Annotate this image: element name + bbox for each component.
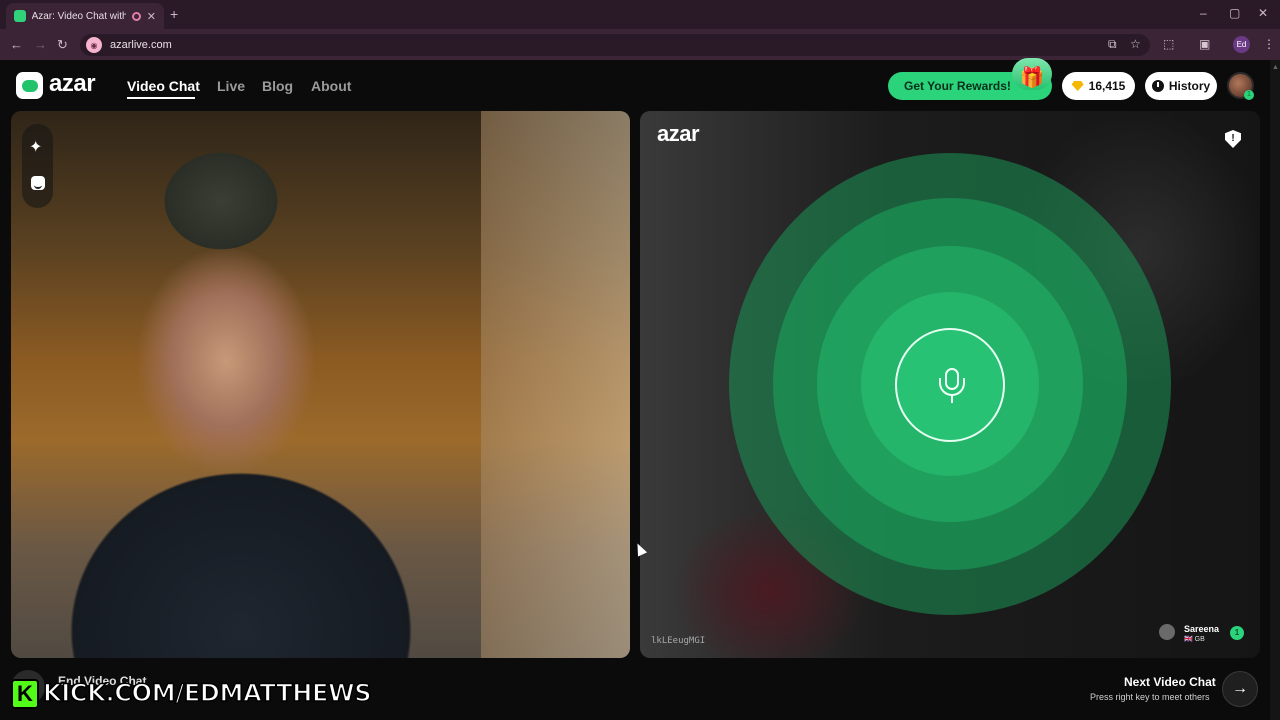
history-label: History [1168, 79, 1211, 93]
peer-azar-watermark: azar [657, 121, 700, 146]
browser-toolbar: ← → ↻ ◉ azarlive.com ⧉ ☆ ⬚ ▣ Ed ⋮ [0, 29, 1280, 60]
address-bar[interactable]: ◉ azarlive.com [80, 34, 1150, 56]
new-tab-button[interactable]: + [170, 6, 178, 22]
gem-count: 16,415 [1088, 79, 1126, 93]
active-nav-underline [127, 97, 195, 99]
sparkle-effects-icon[interactable]: ✦ [29, 137, 42, 157]
extensions-icon[interactable]: ⬚ [1163, 37, 1174, 51]
azar-app: azar Video Chat Live Blog About Get Your… [0, 58, 1280, 720]
bookmark-star-icon[interactable]: ☆ [1130, 37, 1141, 51]
microphone-icon [895, 328, 1005, 442]
azar-logo-icon[interactable] [16, 72, 43, 99]
browser-tab[interactable]: Azar: Video Chat with New ✕ [6, 3, 164, 29]
gem-balance-button[interactable]: 16,415 [1062, 72, 1135, 100]
peer-level-badge: 1 [1230, 626, 1244, 640]
peer-name: Sareena [1184, 624, 1220, 634]
install-app-icon[interactable]: ⧉ [1108, 37, 1117, 52]
session-code: lkLEeugMGI [651, 636, 706, 646]
side-panel-icon[interactable]: ▣ [1199, 37, 1210, 51]
peer-avatar [1159, 624, 1175, 640]
history-button[interactable]: History [1145, 72, 1217, 100]
page-scrollbar[interactable] [1270, 60, 1280, 720]
site-info-icon[interactable]: ◉ [86, 37, 102, 53]
next-video-chat-button[interactable]: → [1222, 671, 1258, 707]
tab-title: Azar: Video Chat with New [31, 10, 126, 22]
peer-country: 🇬🇧 GB [1184, 636, 1205, 643]
nav-video-chat[interactable]: Video Chat [127, 78, 200, 94]
browser-profile-icon[interactable]: Ed [1233, 36, 1250, 53]
next-video-chat-label[interactable]: Next Video Chat [1124, 675, 1216, 689]
next-video-chat-hint: Press right key to meet others [1090, 692, 1210, 702]
nav-about[interactable]: About [311, 78, 351, 94]
kick-logo-icon: K [11, 679, 39, 709]
nav-blog[interactable]: Blog [262, 78, 293, 94]
gem-icon [1071, 81, 1084, 91]
face-filter-icon[interactable] [31, 176, 45, 190]
reload-icon[interactable]: ↻ [57, 37, 68, 53]
forward-icon[interactable]: → [34, 37, 47, 52]
restore-icon[interactable]: ▢ [1229, 6, 1240, 20]
clock-icon [1151, 80, 1164, 92]
url-text: azarlive.com [110, 39, 172, 51]
avatar-badge: 1 [1244, 90, 1254, 100]
close-window-icon[interactable]: ✕ [1258, 6, 1268, 20]
minimize-icon[interactable]: – [1200, 6, 1207, 20]
kick-channel-overlay: KICK.COM/EDMATTHEWS [42, 678, 372, 708]
azar-favicon-icon [14, 10, 26, 22]
gift-icon: 🎁 [1012, 58, 1052, 90]
azar-logo-text[interactable]: azar [49, 70, 96, 98]
close-tab-icon[interactable]: ✕ [147, 10, 156, 23]
self-video-feed [11, 111, 630, 658]
background-wall [481, 111, 630, 658]
nav-live[interactable]: Live [217, 78, 245, 94]
browser-menu-icon[interactable]: ⋮ [1263, 37, 1275, 51]
recording-indicator-icon [131, 11, 141, 21]
scroll-up-icon[interactable]: ▲ [1272, 64, 1279, 71]
back-icon[interactable]: ← [10, 37, 23, 52]
rewards-label: Get Your Rewards! [904, 79, 1011, 93]
browser-tab-bar: Azar: Video Chat with New ✕ + – ▢ ✕ [0, 0, 1280, 29]
